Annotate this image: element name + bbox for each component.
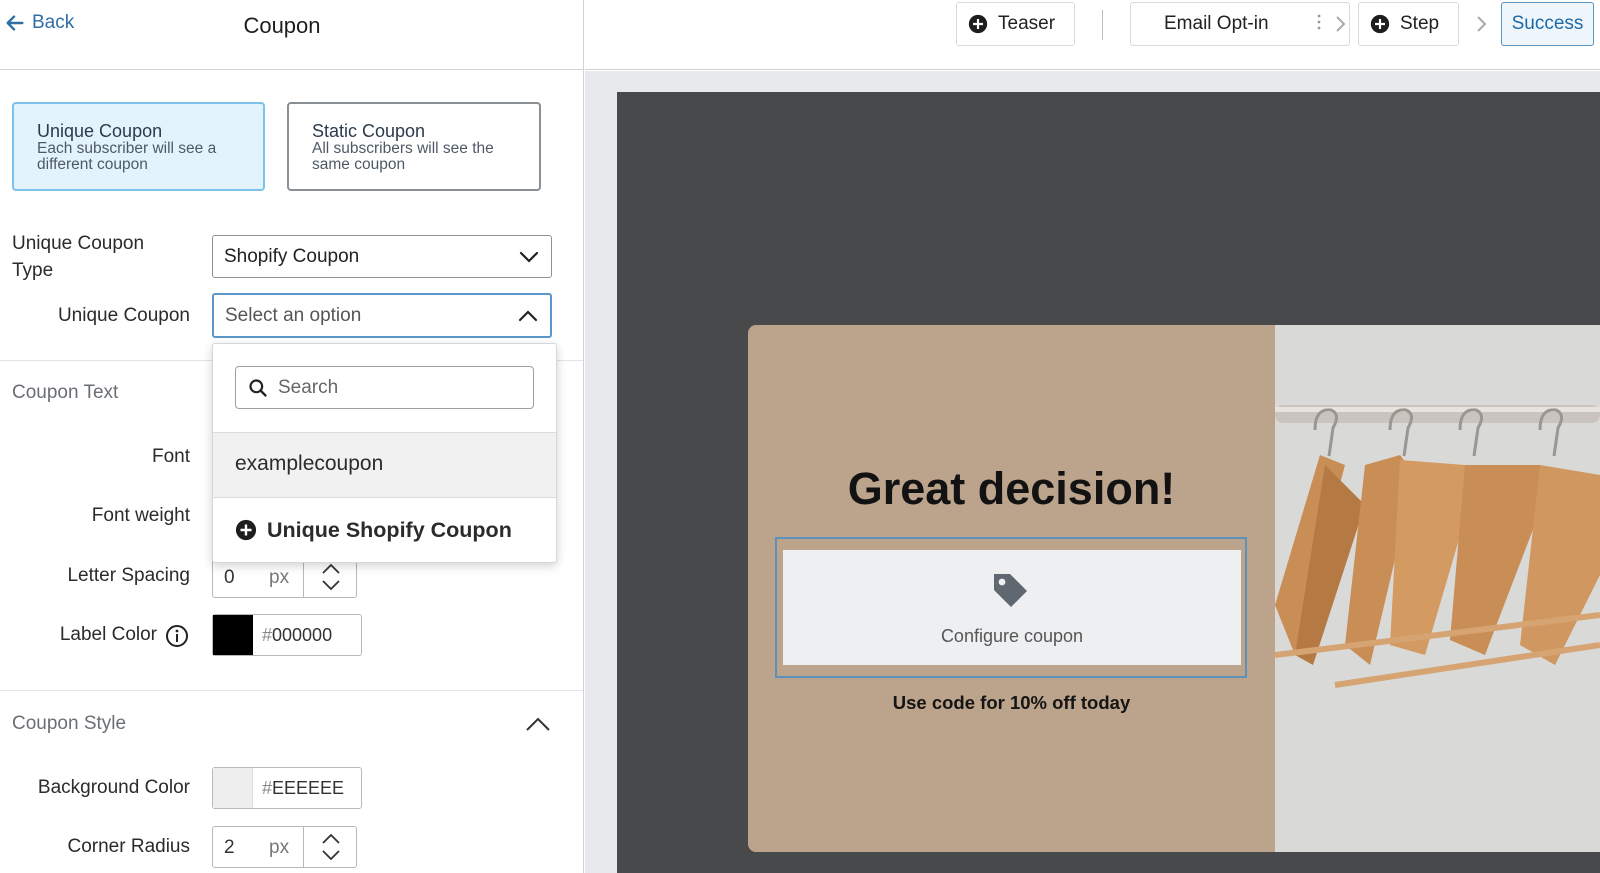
success-label: Success bbox=[1511, 13, 1584, 34]
dropdown-search-input[interactable] bbox=[278, 375, 518, 401]
corner-radius-value: 2 bbox=[224, 837, 235, 858]
dropdown-search[interactable] bbox=[235, 366, 534, 409]
unique-coupon-type-select[interactable]: Shopify Coupon bbox=[212, 235, 552, 278]
panel-header: Back Coupon bbox=[0, 0, 583, 70]
chevron-up-icon[interactable] bbox=[525, 716, 551, 732]
unique-coupon-label: Unique Coupon bbox=[57, 305, 190, 326]
static-coupon-card[interactable]: Static Coupon All subscribers will see t… bbox=[287, 102, 541, 191]
static-coupon-card-title: Static Coupon bbox=[312, 121, 426, 141]
letter-spacing-stepper[interactable] bbox=[303, 557, 357, 597]
success-step-button[interactable]: Success bbox=[1501, 2, 1594, 46]
chevron-up-icon bbox=[518, 310, 538, 322]
chevron-up-icon[interactable] bbox=[321, 562, 341, 575]
plus-circle-icon bbox=[1370, 14, 1390, 34]
label-color-hex: 000000 bbox=[272, 625, 333, 645]
chevron-right-icon bbox=[1336, 16, 1346, 32]
tag-icon bbox=[994, 574, 1027, 607]
teaser-step-button[interactable]: Teaser bbox=[956, 2, 1075, 46]
chevron-down-icon[interactable] bbox=[321, 849, 341, 862]
background-color-swatch[interactable] bbox=[213, 768, 253, 808]
step-label: Step bbox=[1400, 13, 1440, 34]
chevron-up-icon[interactable] bbox=[321, 832, 341, 845]
letter-spacing-unit: px bbox=[269, 567, 290, 588]
chevron-right-icon bbox=[1477, 16, 1487, 32]
add-step-button[interactable]: Step bbox=[1358, 2, 1459, 46]
popup-headline[interactable]: Great decision! bbox=[748, 463, 1275, 515]
coupon-subtext[interactable]: Use code for 10% off today bbox=[748, 692, 1275, 714]
plus-circle-icon bbox=[968, 14, 988, 34]
hash-prefix: # bbox=[262, 625, 273, 645]
coupon-text-section-title: Coupon Text bbox=[12, 382, 119, 403]
chevron-down-icon[interactable] bbox=[321, 579, 341, 592]
email-optin-step-button[interactable]: Email Opt-in bbox=[1130, 2, 1350, 46]
unique-coupon-placeholder: Select an option bbox=[225, 305, 362, 326]
chevron-down-icon bbox=[519, 251, 539, 263]
font-label: Font bbox=[151, 446, 190, 467]
unique-coupon-type-value: Shopify Coupon bbox=[224, 246, 360, 267]
create-shopify-coupon-option[interactable]: Unique Shopify Coupon bbox=[213, 498, 556, 562]
background-color-hex: EEEEEE bbox=[272, 778, 345, 798]
label-color-input[interactable]: #000000 bbox=[212, 614, 362, 656]
teaser-label: Teaser bbox=[998, 13, 1056, 34]
unique-coupon-dropdown: examplecoupon Unique Shopify Coupon bbox=[212, 343, 557, 563]
hangers-image bbox=[1275, 325, 1600, 852]
divider bbox=[1102, 10, 1103, 40]
unique-coupon-type-label: Unique Coupon Type bbox=[12, 233, 145, 281]
corner-radius-stepper[interactable] bbox=[303, 827, 357, 867]
label-color-label: Label Color bbox=[59, 624, 157, 645]
background-color-input[interactable]: #EEEEEE bbox=[212, 767, 362, 809]
hash-prefix: # bbox=[262, 778, 273, 798]
unique-coupon-card-desc: Each subscriber will see a different cou… bbox=[37, 140, 217, 173]
letter-spacing-label: Letter Spacing bbox=[67, 565, 190, 586]
info-icon[interactable] bbox=[165, 624, 189, 648]
background-color-label: Background Color bbox=[37, 777, 190, 798]
unique-coupon-select[interactable]: Select an option bbox=[212, 293, 552, 338]
letter-spacing-value: 0 bbox=[224, 567, 235, 588]
more-vertical-icon[interactable] bbox=[1317, 14, 1321, 30]
label-color-swatch[interactable] bbox=[213, 615, 253, 655]
font-weight-label: Font weight bbox=[91, 505, 190, 526]
divider bbox=[0, 690, 583, 691]
popup-image-hangers[interactable] bbox=[1275, 325, 1600, 852]
unique-coupon-card-title: Unique Coupon bbox=[37, 121, 163, 141]
step-navigation-bar: Teaser Email Opt-in Step Success bbox=[585, 0, 1600, 70]
email-optin-label: Email Opt-in bbox=[1164, 13, 1269, 34]
create-shopify-coupon-label: Unique Shopify Coupon bbox=[267, 517, 512, 542]
corner-radius-unit: px bbox=[269, 837, 290, 858]
dropdown-option-examplecoupon[interactable]: examplecoupon bbox=[213, 432, 556, 498]
unique-coupon-card[interactable]: Unique Coupon Each subscriber will see a… bbox=[12, 102, 265, 191]
corner-radius-input[interactable]: 2 px bbox=[212, 826, 357, 868]
coupon-style-section-title: Coupon Style bbox=[12, 713, 127, 734]
configure-coupon-text: Configure coupon bbox=[940, 626, 1084, 646]
plus-circle-icon bbox=[235, 519, 257, 541]
search-icon bbox=[249, 379, 267, 397]
coupon-settings-panel: Back Coupon Unique Coupon Each subscribe… bbox=[0, 0, 584, 873]
corner-radius-label: Corner Radius bbox=[67, 836, 191, 857]
static-coupon-card-desc: All subscribers will see the same coupon bbox=[312, 140, 494, 173]
panel-title: Coupon bbox=[243, 13, 321, 38]
